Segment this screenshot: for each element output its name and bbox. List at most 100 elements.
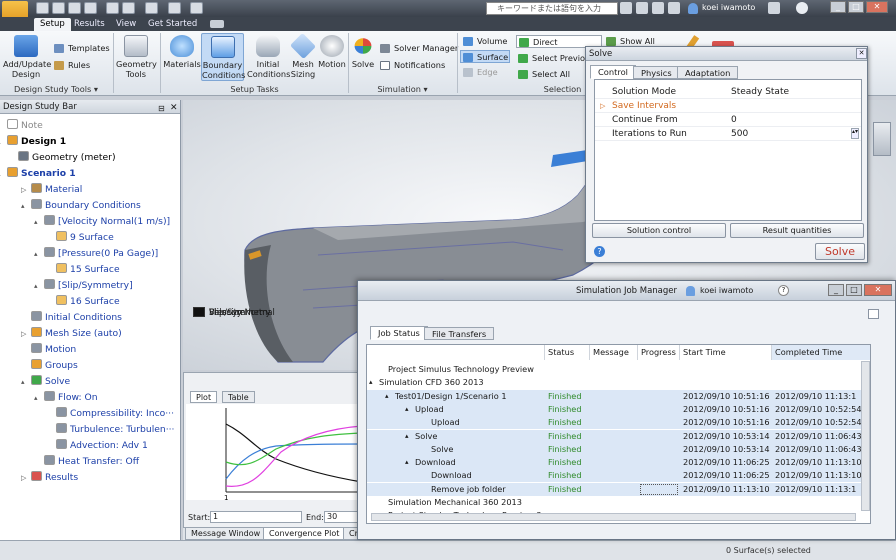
new-file-icon[interactable] (36, 2, 49, 14)
expand-toggle-icon[interactable]: ▴ (0, 138, 1, 146)
column-header-completed-time[interactable]: Completed Time (772, 345, 870, 360)
help-search-input[interactable]: キーワードまたは語句を入力 (486, 2, 618, 15)
rules-button[interactable]: Rules (52, 59, 90, 72)
tab-setup[interactable]: Setup (34, 18, 71, 31)
tree-item-bc-velocity[interactable]: [Velocity Normal(1 m/s)] (44, 215, 170, 228)
tree-item-surfaces[interactable]: 9 Surface (56, 231, 114, 244)
tree-item-boundary[interactable]: Boundary Conditions (31, 199, 141, 212)
horizontal-scrollbar[interactable] (371, 513, 856, 521)
help-icon[interactable]: ? (594, 246, 605, 257)
save-icon[interactable] (68, 2, 81, 14)
expand-toggle-icon[interactable]: ▴ (405, 403, 409, 416)
maximize-button[interactable]: □ (848, 1, 864, 13)
tab-view[interactable]: View (110, 18, 142, 31)
open-file-icon[interactable] (52, 2, 65, 14)
tab-file-transfers[interactable]: File Transfers (424, 327, 495, 340)
tree-item-groups[interactable]: Groups (31, 359, 78, 372)
tree-item-design[interactable]: Design 1 (7, 135, 66, 148)
tab-adaptation[interactable]: Adaptation (677, 66, 739, 79)
expand-toggle-icon[interactable]: ▴ (21, 378, 25, 386)
panel-toggle-icon[interactable] (868, 309, 879, 319)
row-iterations-to-run[interactable]: Iterations to Run 500 ▴▾ (595, 127, 861, 141)
pin-icon[interactable]: ⊟ (158, 102, 165, 116)
camera-icon[interactable] (210, 20, 224, 28)
expand-toggle-icon[interactable]: ▴ (0, 170, 1, 178)
surface-selection-button[interactable]: Surface (460, 50, 510, 63)
column-header-progress[interactable]: Progress (638, 345, 680, 360)
undo-icon[interactable] (106, 2, 119, 14)
initial-conditions-button[interactable]: Initial Conditions (247, 35, 290, 79)
table-row[interactable]: Solve Finished 2012/09/10 10:53:14 2012/09/… (367, 442, 870, 456)
table-row[interactable]: Download Finished 2012/09/10 11:06:25 2012/… (367, 469, 870, 483)
tree-item-bc-pressure[interactable]: [Pressure(0 Pa Gage)] (44, 247, 158, 260)
binoculars-icon[interactable] (620, 2, 632, 14)
table-row[interactable]: ▴ Solve Finished 2012/09/10 10:53:14 2012/09… (367, 429, 870, 443)
templates-button[interactable]: Templates (52, 42, 110, 55)
expand-toggle-icon[interactable]: ▴ (405, 456, 409, 469)
column-header-status[interactable]: Status (545, 345, 590, 360)
expand-toggle-icon[interactable]: ▴ (385, 390, 389, 403)
star-icon[interactable] (668, 2, 680, 14)
row-save-intervals[interactable]: ▷ Save Intervals (595, 99, 861, 113)
tree-item-surfaces[interactable]: 15 Surface (56, 263, 120, 276)
tree-item-surfaces[interactable]: 16 Surface (56, 295, 120, 308)
tree-item-note[interactable]: Note (7, 119, 43, 132)
view-cube-icon[interactable] (873, 122, 891, 156)
solve-ribbon-button[interactable]: Solve (350, 35, 376, 69)
volume-selection-button[interactable]: Volume (461, 35, 507, 48)
vertical-scrollbar[interactable] (861, 361, 870, 511)
user-name[interactable]: koei iwamoto (702, 3, 755, 12)
expand-toggle-icon[interactable]: ▴ (34, 218, 38, 226)
add-update-design-button[interactable]: Add/Update Design (3, 35, 51, 79)
select-all-button[interactable]: Select All (516, 68, 570, 81)
expand-toggle-icon[interactable]: ▴ (34, 282, 38, 290)
tab-convergence-plot[interactable]: Convergence Plot (263, 528, 346, 540)
end-input[interactable]: 30 (324, 511, 360, 523)
jm-minimize-button[interactable]: _ (828, 284, 844, 296)
table-row[interactable]: Upload Finished 2012/09/10 10:51:16 2012/09… (367, 416, 870, 430)
mesh-sizing-button[interactable]: Mesh Sizing (289, 32, 317, 79)
select-previous-button[interactable]: Select Previous (516, 52, 594, 65)
column-header-message[interactable]: Message (590, 345, 638, 360)
notifications-button[interactable]: Notifications (378, 59, 445, 72)
tree-item-geometry[interactable]: Geometry (meter) (18, 151, 116, 164)
table-row[interactable]: ▴ Test01/Design 1/Scenario 1 Finished 2012/… (367, 389, 870, 403)
minimize-button[interactable]: _ (830, 1, 846, 13)
expand-toggle-icon[interactable]: ▴ (34, 250, 38, 258)
tree-item-motion[interactable]: Motion (31, 343, 76, 356)
table-tab[interactable]: Table (222, 391, 255, 403)
close-icon[interactable]: ✕ (170, 101, 178, 115)
expand-toggle-icon[interactable]: ▴ (34, 394, 38, 402)
tree-item-turbulence[interactable]: Turbulence: Turbulen··· (56, 423, 174, 436)
group-label-simulation[interactable]: Simulation ▾ (350, 84, 455, 95)
column-header-start-time[interactable]: Start Time (680, 345, 772, 360)
expand-toggle-icon[interactable]: ▴ (21, 202, 25, 210)
table-row[interactable]: Simulation Mechanical 360 2013 (367, 496, 870, 509)
help-icon[interactable]: ? (778, 285, 789, 296)
motion-button[interactable]: Motion (318, 35, 346, 69)
close-icon[interactable]: ✕ (856, 48, 867, 59)
expand-toggle-icon[interactable]: ▴ (405, 430, 409, 443)
solve-button[interactable]: Solve (815, 243, 865, 260)
solution-control-button[interactable]: Solution control (592, 223, 726, 238)
tree-item-mesh[interactable]: Mesh Size (auto) (31, 327, 122, 340)
tree-item-scenario[interactable]: Scenario 1 (7, 167, 76, 180)
redo-icon[interactable] (122, 2, 135, 14)
table-row[interactable]: ▴ Download Finished 2012/09/10 11:06:25 2012… (367, 456, 870, 470)
tab-job-status[interactable]: Job Status (370, 326, 428, 340)
expand-toggle-icon[interactable]: ▷ (21, 186, 26, 194)
start-input[interactable]: 1 (210, 511, 302, 523)
jm-maximize-button[interactable]: □ (846, 284, 862, 296)
tree-item-flow[interactable]: Flow: On (44, 391, 98, 404)
expand-toggle-icon[interactable]: ▷ (21, 474, 26, 482)
tab-control[interactable]: Control (590, 65, 636, 79)
table-row[interactable]: ▴ Simulation CFD 360 2013 (367, 376, 870, 389)
column-header-name[interactable] (367, 345, 545, 360)
table-row[interactable]: ▴ Upload Finished 2012/09/10 10:51:16 2012/0… (367, 402, 870, 416)
row-continue-from[interactable]: Continue From 0 (595, 113, 861, 127)
tab-get-started[interactable]: Get Started (142, 18, 203, 31)
boundary-conditions-button[interactable]: Boundary Conditions (201, 33, 245, 81)
jm-close-button[interactable]: ✕ (864, 284, 892, 296)
table-row[interactable]: Remove job folder Finished 2012/09/10 11:1… (367, 482, 870, 496)
tree-item-compressibility[interactable]: Compressibility: Inco··· (56, 407, 174, 420)
